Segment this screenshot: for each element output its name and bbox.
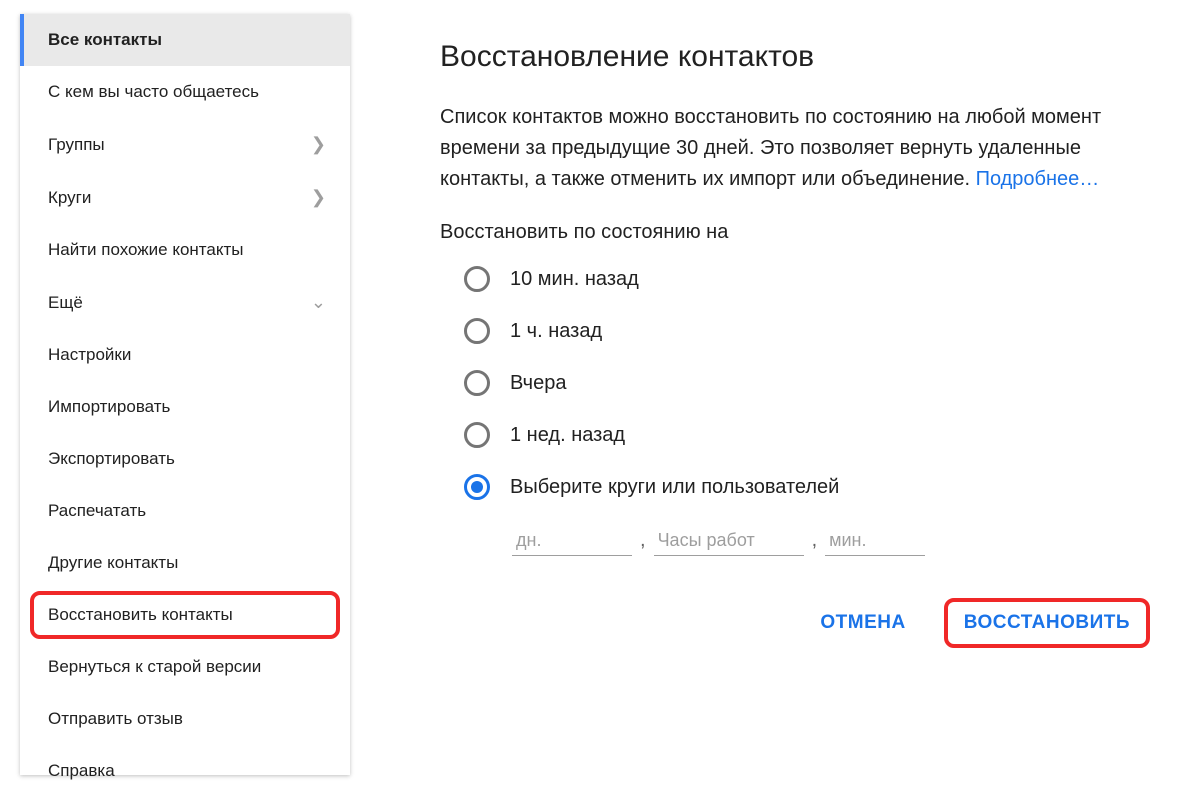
sidebar-item-label: Другие контакты <box>48 553 178 573</box>
dialog-actions: ОТМЕНА ВОССТАНОВИТЬ <box>440 602 1154 644</box>
chevron-down-icon: ⌄ <box>311 292 326 313</box>
cancel-button[interactable]: ОТМЕНА <box>806 602 919 644</box>
radio-icon <box>464 370 490 396</box>
sidebar-item-label: Импортировать <box>48 397 170 417</box>
chevron-right-icon: ❯ <box>311 187 326 208</box>
sidebar-item-settings[interactable]: Настройки <box>20 329 350 381</box>
radio-icon <box>464 422 490 448</box>
sidebar-item-label: Распечатать <box>48 501 146 521</box>
chevron-right-icon: ❯ <box>311 134 326 155</box>
sidebar-item-label: Группы <box>48 135 105 155</box>
option-yesterday[interactable]: Вчера <box>464 370 1154 396</box>
option-label: Вчера <box>510 372 566 395</box>
restore-button[interactable]: ВОССТАНОВИТЬ <box>950 602 1144 644</box>
separator: , <box>810 529 820 552</box>
sidebar-item-restore-contacts[interactable]: Восстановить контакты <box>20 589 350 641</box>
option-label: 1 ч. назад <box>510 320 602 343</box>
sidebar-item-export[interactable]: Экспортировать <box>20 433 350 485</box>
sidebar-item-label: Отправить отзыв <box>48 709 183 729</box>
dialog-subhead: Восстановить по состоянию на <box>440 221 1154 244</box>
radio-icon <box>464 266 490 292</box>
radio-icon <box>464 318 490 344</box>
sidebar-item-other-contacts[interactable]: Другие контакты <box>20 537 350 589</box>
option-1week[interactable]: 1 нед. назад <box>464 422 1154 448</box>
option-label: Выберите круги или пользователей <box>510 476 839 499</box>
separator: , <box>638 529 648 552</box>
restore-dialog: Восстановление контактов Список контакто… <box>350 0 1204 789</box>
option-1hour[interactable]: 1 ч. назад <box>464 318 1154 344</box>
sidebar-item-label: Все контакты <box>48 30 162 50</box>
sidebar-item-label: Вернуться к старой версии <box>48 657 261 677</box>
sidebar-item-label: Восстановить контакты <box>48 605 233 625</box>
sidebar-item-print[interactable]: Распечатать <box>20 485 350 537</box>
option-label: 10 мин. назад <box>510 268 639 291</box>
sidebar-item-circles[interactable]: Круги ❯ <box>20 171 350 224</box>
sidebar-item-duplicates[interactable]: Найти похожие контакты <box>20 224 350 276</box>
custom-time-inputs: дн. , Часы работ , мин. <box>464 526 1154 556</box>
sidebar-item-label: Настройки <box>48 345 131 365</box>
sidebar-item-label: Ещё <box>48 293 83 313</box>
dialog-title: Восстановление контактов <box>440 40 1154 74</box>
sidebar-item-groups[interactable]: Группы ❯ <box>20 118 350 171</box>
sidebar: Все контакты С кем вы часто общаетесь Гр… <box>20 14 350 775</box>
sidebar-item-import[interactable]: Импортировать <box>20 381 350 433</box>
radio-icon <box>464 474 490 500</box>
sidebar-item-help[interactable]: Справка <box>20 745 350 797</box>
option-label: 1 нед. назад <box>510 424 625 447</box>
hours-field[interactable]: Часы работ <box>654 526 804 556</box>
sidebar-item-label: Экспортировать <box>48 449 175 469</box>
sidebar-item-frequent[interactable]: С кем вы часто общаетесь <box>20 66 350 118</box>
dialog-description: Список контактов можно восстановить по с… <box>440 102 1154 195</box>
sidebar-item-label: Круги <box>48 188 91 208</box>
sidebar-item-label: С кем вы часто общаетесь <box>48 82 259 102</box>
sidebar-item-old-version[interactable]: Вернуться к старой версии <box>20 641 350 693</box>
option-custom[interactable]: Выберите круги или пользователей <box>464 474 1154 500</box>
sidebar-item-feedback[interactable]: Отправить отзыв <box>20 693 350 745</box>
restore-options: 10 мин. назад 1 ч. назад Вчера 1 нед. на… <box>440 266 1154 556</box>
learn-more-link[interactable]: Подробнее… <box>976 168 1100 190</box>
days-field[interactable]: дн. <box>512 526 632 556</box>
sidebar-item-label: Найти похожие контакты <box>48 240 243 260</box>
minutes-field[interactable]: мин. <box>825 526 925 556</box>
sidebar-item-label: Справка <box>48 761 115 781</box>
option-10min[interactable]: 10 мин. назад <box>464 266 1154 292</box>
sidebar-item-more[interactable]: Ещё ⌄ <box>20 276 350 329</box>
sidebar-item-all-contacts[interactable]: Все контакты <box>20 14 350 66</box>
